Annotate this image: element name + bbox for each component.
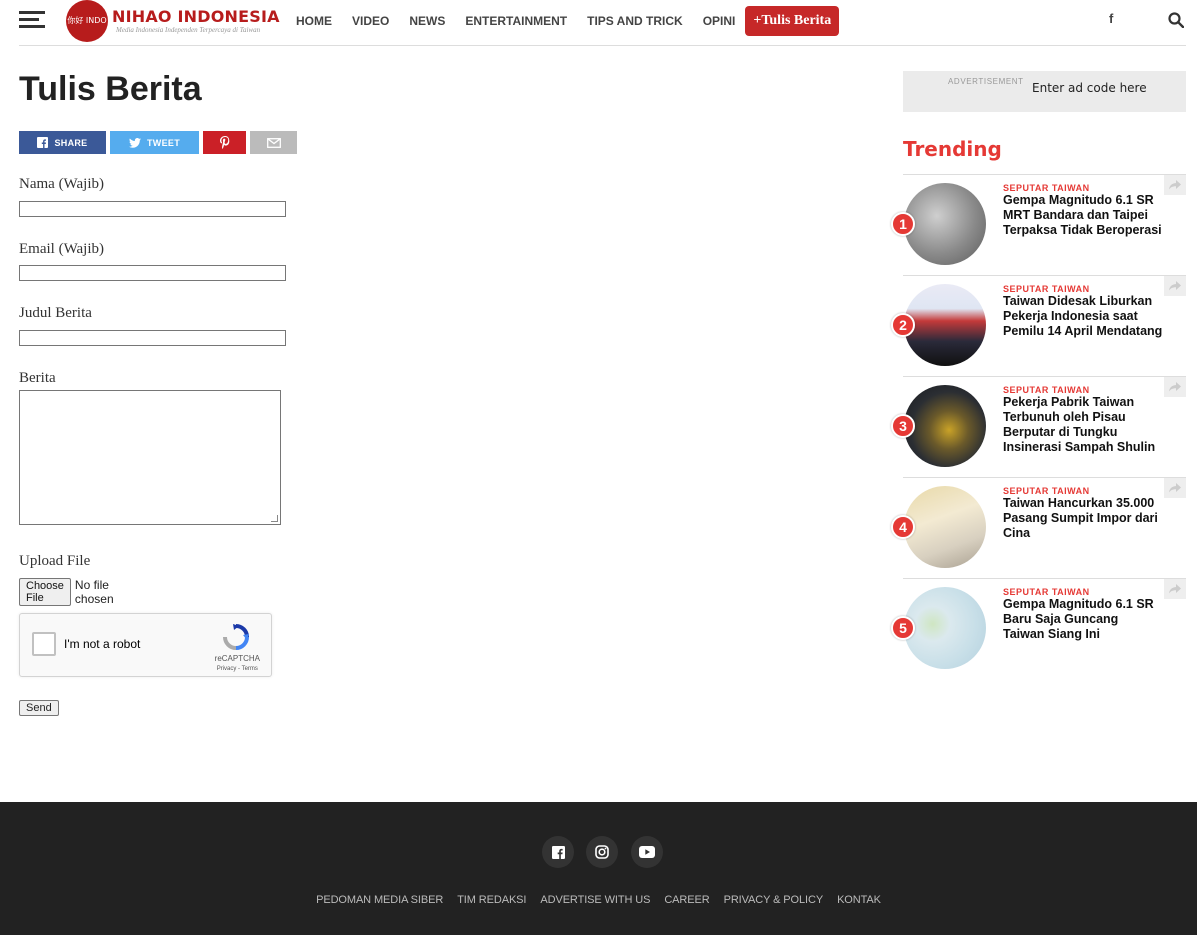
twitter-icon xyxy=(129,137,141,148)
list-item: 4 SEPUTAR TAIWAN Taiwan Hancurkan 35.000… xyxy=(891,477,1186,578)
footer-link-kontak[interactable]: KONTAK xyxy=(837,894,881,906)
footer-links: PEDOMAN MEDIA SIBER TIM REDAKSI ADVERTIS… xyxy=(0,894,1197,906)
share-bar: SHARE TWEET xyxy=(19,131,301,154)
logo-name: NIHAO INDONESIA xyxy=(112,7,280,26)
rank-badge: 2 xyxy=(891,313,915,337)
page-title: Tulis Berita xyxy=(19,70,202,108)
body-label: Berita xyxy=(19,370,56,386)
title-label: Judul Berita xyxy=(19,305,92,321)
main-nav: HOME VIDEO NEWS ENTERTAINMENT TIPS AND T… xyxy=(296,5,859,36)
share-arrow-icon[interactable] xyxy=(1164,478,1186,498)
send-button[interactable]: Send xyxy=(19,700,59,716)
email-share-button[interactable] xyxy=(250,131,297,154)
ad-text: Enter ad code here xyxy=(1032,81,1147,95)
article-thumbnail[interactable] xyxy=(904,587,986,669)
article-category[interactable]: SEPUTAR TAIWAN xyxy=(1003,284,1090,294)
facebook-icon xyxy=(37,137,49,148)
resize-handle[interactable] xyxy=(271,515,278,522)
name-label: Nama (Wajib) xyxy=(19,176,105,192)
rank-badge: 1 xyxy=(891,212,915,236)
article-title[interactable]: Taiwan Hancurkan 35.000 Pasang Sumpit Im… xyxy=(1003,496,1163,541)
facebook-icon[interactable] xyxy=(542,836,574,868)
instagram-icon[interactable] xyxy=(586,836,618,868)
rank-badge: 4 xyxy=(891,515,915,539)
recaptcha-icon xyxy=(223,624,249,650)
twitter-share-label: TWEET xyxy=(147,137,180,148)
nav-video[interactable]: VIDEO xyxy=(352,14,389,28)
trending-heading: Trending xyxy=(903,137,1002,161)
article-title[interactable]: Pekerja Pabrik Taiwan Terbunuh oleh Pisa… xyxy=(1003,395,1163,455)
article-title[interactable]: Taiwan Didesak Liburkan Pekerja Indonesi… xyxy=(1003,294,1163,339)
file-input: Choose File No file chosen xyxy=(19,578,114,606)
youtube-icon[interactable] xyxy=(631,836,663,868)
email-label: Email (Wajib) xyxy=(19,241,105,257)
ad-label: ADVERTISEMENT xyxy=(948,77,1024,86)
twitter-share-button[interactable]: TWEET xyxy=(110,131,199,154)
list-item: 2 SEPUTAR TAIWAN Taiwan Didesak Liburkan… xyxy=(891,275,1186,376)
logo-tagline: Media Indonesia Independen Terpercaya di… xyxy=(116,26,261,34)
share-arrow-icon[interactable] xyxy=(1164,579,1186,599)
nav-news[interactable]: NEWS xyxy=(409,14,445,28)
tulis-berita-button[interactable]: +Tulis Berita xyxy=(745,5,840,36)
trending-list: 1 SEPUTAR TAIWAN Gempa Magnitudo 6.1 SR … xyxy=(891,174,1186,679)
article-title[interactable]: Gempa Magnitudo 6.1 SR Baru Saja Guncang… xyxy=(1003,597,1163,642)
site-footer: PEDOMAN MEDIA SIBER TIM REDAKSI ADVERTIS… xyxy=(0,802,1197,935)
choose-file-button[interactable]: Choose File xyxy=(19,578,71,606)
upload-label: Upload File xyxy=(19,553,91,569)
rank-badge: 5 xyxy=(891,616,915,640)
facebook-icon[interactable]: f xyxy=(1109,11,1113,26)
nav-home[interactable]: HOME xyxy=(296,14,332,28)
header-divider xyxy=(19,45,1186,46)
article-category[interactable]: SEPUTAR TAIWAN xyxy=(1003,385,1090,395)
body-textarea[interactable] xyxy=(19,390,281,525)
site-header: 你好 INDO NIHAO INDONESIA Media Indonesia … xyxy=(0,0,1197,46)
article-category[interactable]: SEPUTAR TAIWAN xyxy=(1003,587,1090,597)
nav-entertainment[interactable]: ENTERTAINMENT xyxy=(465,14,567,28)
search-icon[interactable] xyxy=(1168,12,1185,29)
share-arrow-icon[interactable] xyxy=(1164,377,1186,397)
captcha-label: I'm not a robot xyxy=(64,637,141,651)
list-item: 3 SEPUTAR TAIWAN Pekerja Pabrik Taiwan T… xyxy=(891,376,1186,477)
list-item: 5 SEPUTAR TAIWAN Gempa Magnitudo 6.1 SR … xyxy=(891,578,1186,679)
site-logo[interactable]: 你好 INDO NIHAO INDONESIA Media Indonesia … xyxy=(66,0,280,42)
captcha-checkbox[interactable] xyxy=(32,632,56,656)
nav-tips-and-trick[interactable]: TIPS AND TRICK xyxy=(587,14,683,28)
facebook-share-button[interactable]: SHARE xyxy=(19,131,106,154)
article-thumbnail[interactable] xyxy=(904,284,986,366)
article-title[interactable]: Gempa Magnitudo 6.1 SR MRT Bandara dan T… xyxy=(1003,193,1163,238)
share-arrow-icon[interactable] xyxy=(1164,175,1186,195)
list-item: 1 SEPUTAR TAIWAN Gempa Magnitudo 6.1 SR … xyxy=(891,174,1186,275)
article-thumbnail[interactable] xyxy=(904,385,986,467)
recaptcha-widget: I'm not a robot reCAPTCHA Privacy - Term… xyxy=(19,613,272,677)
footer-link-career[interactable]: CAREER xyxy=(664,894,709,906)
pinterest-icon xyxy=(219,136,229,149)
advertisement-box: ADVERTISEMENT Enter ad code here xyxy=(903,71,1186,112)
name-field[interactable] xyxy=(19,201,286,217)
nav-opini[interactable]: OPINI xyxy=(703,14,736,28)
captcha-brand-name: reCAPTCHA xyxy=(214,654,260,663)
article-thumbnail[interactable] xyxy=(904,486,986,568)
rank-badge: 3 xyxy=(891,414,915,438)
footer-link-pedoman[interactable]: PEDOMAN MEDIA SIBER xyxy=(316,894,443,906)
no-file-text: No file chosen xyxy=(74,578,114,606)
footer-link-advertise[interactable]: ADVERTISE WITH US xyxy=(540,894,650,906)
share-arrow-icon[interactable] xyxy=(1164,276,1186,296)
logo-emblem: 你好 INDO xyxy=(66,0,108,42)
facebook-share-label: SHARE xyxy=(54,137,88,148)
footer-link-tim-redaksi[interactable]: TIM REDAKSI xyxy=(457,894,526,906)
email-field[interactable] xyxy=(19,265,286,281)
article-category[interactable]: SEPUTAR TAIWAN xyxy=(1003,183,1090,193)
title-field[interactable] xyxy=(19,330,286,346)
captcha-links[interactable]: Privacy - Terms xyxy=(215,664,260,674)
article-thumbnail[interactable] xyxy=(904,183,986,265)
captcha-brand: reCAPTCHA Privacy - Terms xyxy=(215,654,260,674)
mail-icon xyxy=(266,137,281,148)
pinterest-share-button[interactable] xyxy=(203,131,246,154)
hamburger-icon[interactable] xyxy=(19,11,45,29)
footer-link-privacy[interactable]: PRIVACY & POLICY xyxy=(724,894,824,906)
article-category[interactable]: SEPUTAR TAIWAN xyxy=(1003,486,1090,496)
